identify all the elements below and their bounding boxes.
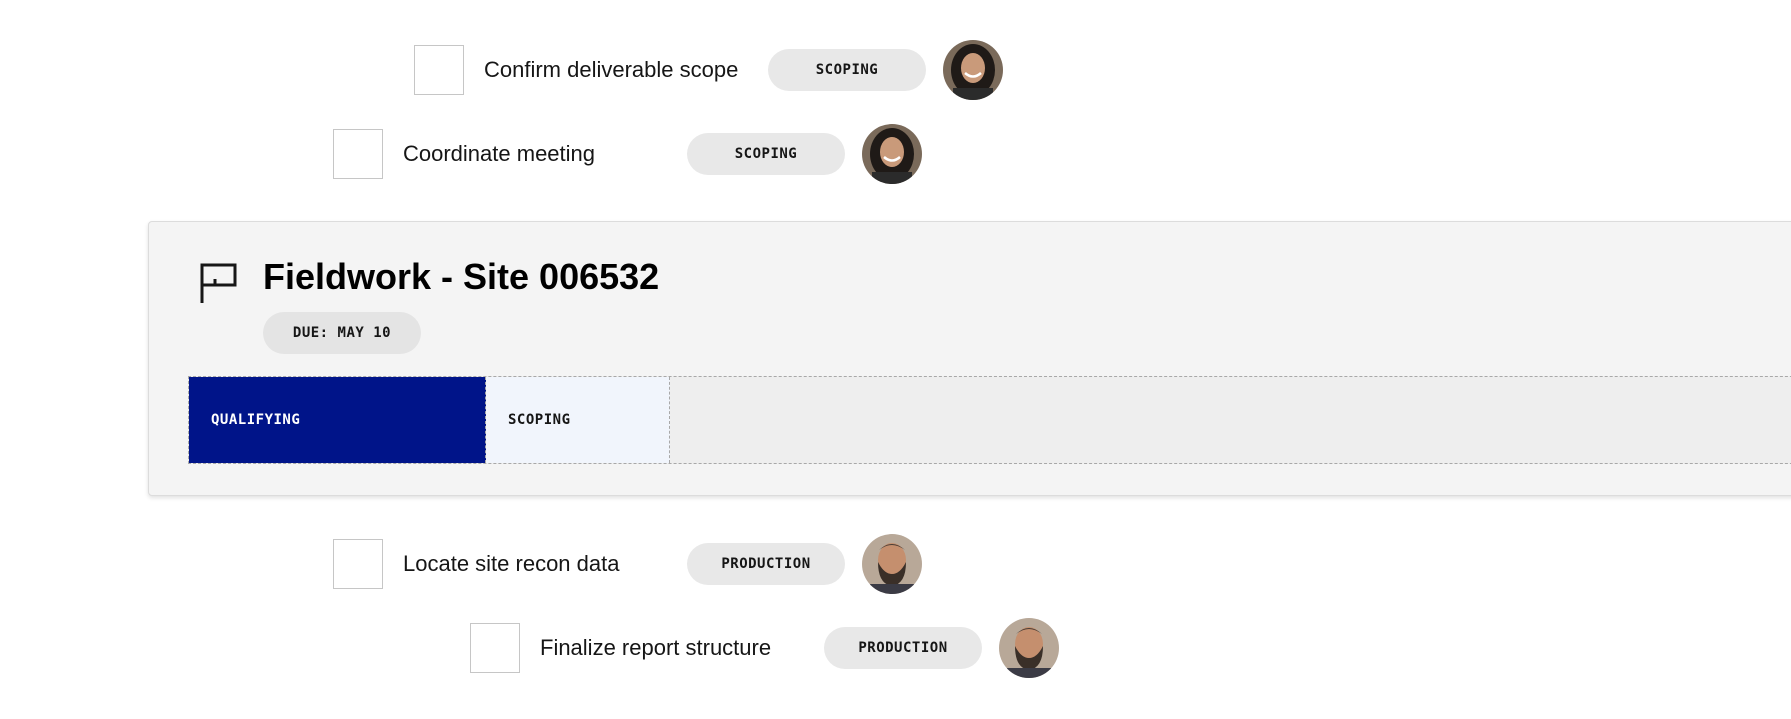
task-label: Finalize report structure bbox=[540, 635, 772, 660]
milestone-card[interactable]: Fieldwork - Site 006532 DUE: MAY 10 QUAL… bbox=[148, 221, 1791, 496]
stage-remaining bbox=[670, 377, 1791, 463]
status-tag: SCOPING bbox=[768, 49, 926, 91]
status-tag: SCOPING bbox=[687, 133, 845, 175]
stage-progress-bar: QUALIFYING SCOPING bbox=[188, 376, 1791, 464]
task-checkbox[interactable] bbox=[414, 45, 464, 95]
stage-scoping[interactable]: SCOPING bbox=[486, 377, 670, 463]
task-checkbox[interactable] bbox=[333, 129, 383, 179]
task-checkbox[interactable] bbox=[333, 539, 383, 589]
task-row: Locate site recon data PRODUCTION bbox=[333, 534, 933, 594]
flag-icon bbox=[199, 262, 239, 304]
stage-qualifying[interactable]: QUALIFYING bbox=[189, 377, 486, 463]
assignee-avatar[interactable] bbox=[943, 40, 1003, 100]
task-label: Locate site recon data bbox=[403, 551, 620, 576]
task-row: Coordinate meeting SCOPING bbox=[333, 124, 933, 184]
due-date-tag: DUE: MAY 10 bbox=[263, 312, 421, 354]
status-tag: PRODUCTION bbox=[824, 627, 982, 669]
task-label: Coordinate meeting bbox=[403, 141, 596, 166]
task-checkbox[interactable] bbox=[470, 623, 520, 673]
milestone-title: Fieldwork - Site 006532 bbox=[263, 256, 660, 297]
assignee-avatar[interactable] bbox=[999, 618, 1059, 678]
task-row: Confirm deliverable scope SCOPING bbox=[414, 40, 1014, 100]
task-label: Confirm deliverable scope bbox=[484, 57, 739, 82]
assignee-avatar[interactable] bbox=[862, 534, 922, 594]
task-row: Finalize report structure PRODUCTION bbox=[470, 618, 1070, 678]
assignee-avatar[interactable] bbox=[862, 124, 922, 184]
status-tag: PRODUCTION bbox=[687, 543, 845, 585]
